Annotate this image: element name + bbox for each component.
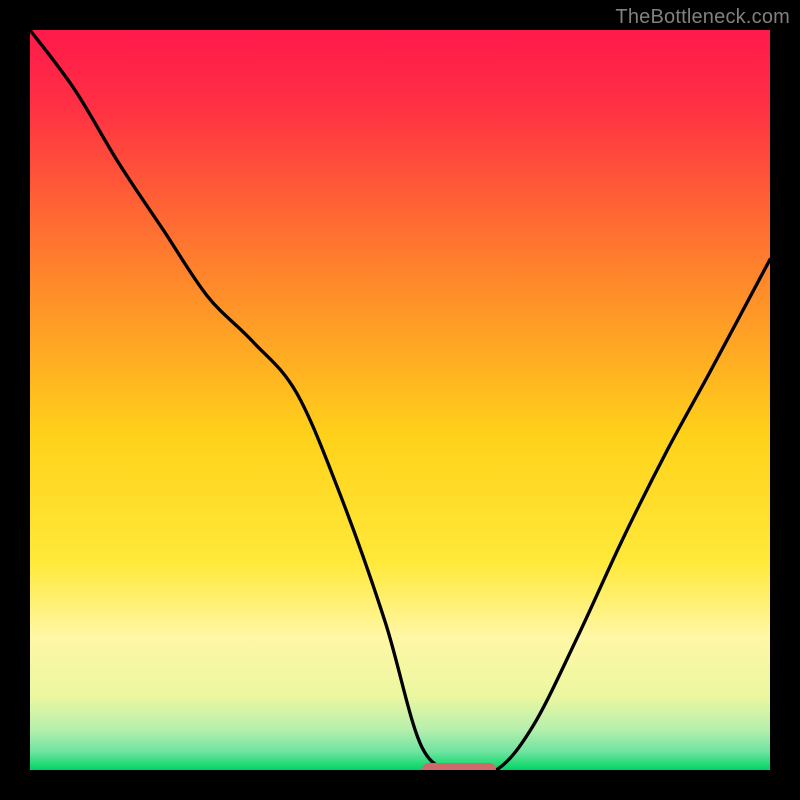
optimal-range-marker <box>422 763 496 770</box>
chart-frame: TheBottleneck.com <box>0 0 800 800</box>
plot-area <box>30 30 770 770</box>
bottleneck-curve <box>30 30 770 770</box>
watermark-text: TheBottleneck.com <box>615 6 790 29</box>
